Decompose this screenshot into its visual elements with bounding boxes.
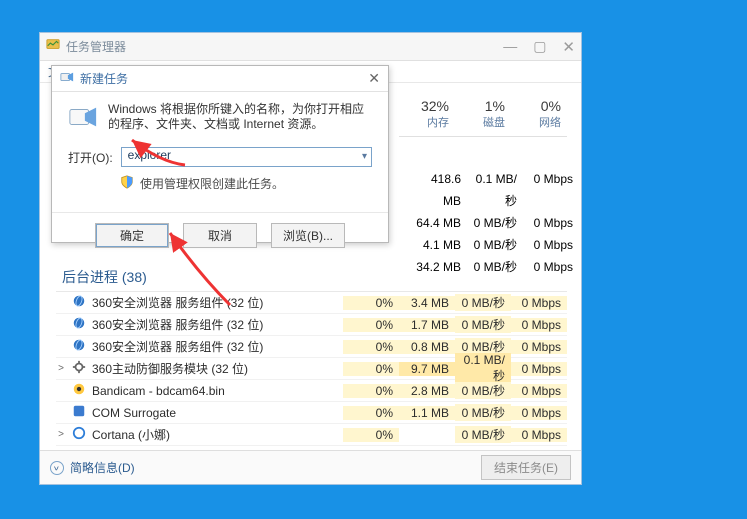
process-name: 360主动防御服务模块 (32 位) (92, 360, 248, 377)
less-info-toggle[interactable]: 简略信息(D) (50, 459, 481, 476)
ie-icon (72, 338, 86, 355)
open-value: explorer (128, 148, 171, 162)
run-body: Windows 将根据你所键入的名称，为你打开相应的程序、文件夹、文档或 Int… (52, 92, 388, 202)
process-name: Bandicam - bdcam64.bin (92, 384, 225, 398)
shield-icon (120, 175, 134, 192)
table-row[interactable]: 418.6 MB 0.1 MB/秒 0 Mbps (411, 168, 579, 212)
table-row[interactable]: 34.2 MB 0 MB/秒 0 Mbps (411, 256, 579, 278)
col-memory[interactable]: 32% 内存 (399, 98, 455, 130)
table-row[interactable]: COM Surrogate 0% 1.1 MB 0 MB/秒 0 Mbps (56, 402, 567, 424)
table-row[interactable]: 360安全浏览器 服务组件 (32 位) 0% 1.7 MB 0 MB/秒 0 … (56, 314, 567, 336)
open-label: 打开(O): (68, 149, 113, 166)
process-name: 360安全浏览器 服务组件 (32 位) (92, 294, 263, 311)
expand-chevron[interactable]: > (56, 429, 66, 440)
window-controls: — ▢ ✕ (503, 38, 575, 56)
run-description: Windows 将根据你所键入的名称，为你打开相应的程序、文件夹、文档或 Int… (108, 102, 372, 135)
process-name: COM Surrogate (92, 406, 176, 420)
open-combobox[interactable]: explorer ▾ (121, 147, 372, 167)
run-buttons: 确定 取消 浏览(B)... (52, 212, 388, 260)
table-row[interactable]: > Cortana (小娜) 0% 0 MB/秒 0 Mbps (56, 424, 567, 446)
browse-button[interactable]: 浏览(B)... (271, 223, 345, 248)
table-row[interactable]: > 360主动防御服务模块 (32 位) 0% 9.7 MB 0.1 MB/秒 … (56, 358, 567, 380)
section-header-background: 后台进程 (38) (62, 267, 147, 287)
table-row[interactable]: 360安全浏览器 服务组件 (32 位) 0% 3.4 MB 0 MB/秒 0 … (56, 292, 567, 314)
chevron-down-icon[interactable]: ▾ (362, 151, 367, 162)
com-icon (72, 404, 86, 421)
cancel-button[interactable]: 取消 (183, 223, 257, 248)
close-icon[interactable]: ✕ (368, 70, 380, 87)
process-name: 360安全浏览器 服务组件 (32 位) (92, 316, 263, 333)
run-title: 新建任务 (80, 70, 368, 87)
run-titlebar: 新建任务 ✕ (52, 66, 388, 92)
ok-button[interactable]: 确定 (95, 223, 169, 248)
table-row[interactable]: Bandicam - bdcam64.bin 0% 2.8 MB 0 MB/秒 … (56, 380, 567, 402)
table-row[interactable]: 4.1 MB 0 MB/秒 0 Mbps (411, 234, 579, 256)
partial-rows: 418.6 MB 0.1 MB/秒 0 Mbps 64.4 MB 0 MB/秒 … (411, 168, 579, 278)
bandicam-icon (72, 382, 86, 399)
minimize-button[interactable]: — (503, 38, 517, 56)
maximize-button[interactable]: ▢ (533, 38, 546, 56)
cortana-icon (72, 426, 86, 443)
col-disk[interactable]: 1% 磁盘 (455, 98, 511, 130)
column-headers: 32% 内存 1% 磁盘 0% 网络 (399, 98, 567, 137)
table-row[interactable]: 64.4 MB 0 MB/秒 0 Mbps (411, 212, 579, 234)
tm-title: 任务管理器 (66, 38, 503, 55)
col-network[interactable]: 0% 网络 (511, 98, 567, 130)
gear-icon (72, 360, 86, 377)
task-manager-icon (46, 37, 60, 56)
close-button[interactable]: ✕ (562, 38, 575, 56)
admin-privilege-line: 使用管理权限创建此任务。 (120, 175, 372, 192)
run-large-icon (68, 102, 98, 135)
tm-titlebar: 任务管理器 — ▢ ✕ (40, 33, 581, 61)
process-name: Cortana (小娜) (92, 426, 170, 443)
run-icon (60, 70, 74, 87)
process-list: 360安全浏览器 服务组件 (32 位) 0% 3.4 MB 0 MB/秒 0 … (56, 291, 567, 446)
expand-chevron[interactable]: > (56, 363, 66, 374)
chevron-down-icon (50, 461, 64, 475)
tm-bottom-bar: 简略信息(D) 结束任务(E) (40, 450, 581, 484)
ie-icon (72, 316, 86, 333)
run-dialog: 新建任务 ✕ Windows 将根据你所键入的名称，为你打开相应的程序、文件夹、… (51, 65, 389, 243)
ie-icon (72, 294, 86, 311)
end-task-button[interactable]: 结束任务(E) (481, 455, 571, 480)
process-name: 360安全浏览器 服务组件 (32 位) (92, 338, 263, 355)
